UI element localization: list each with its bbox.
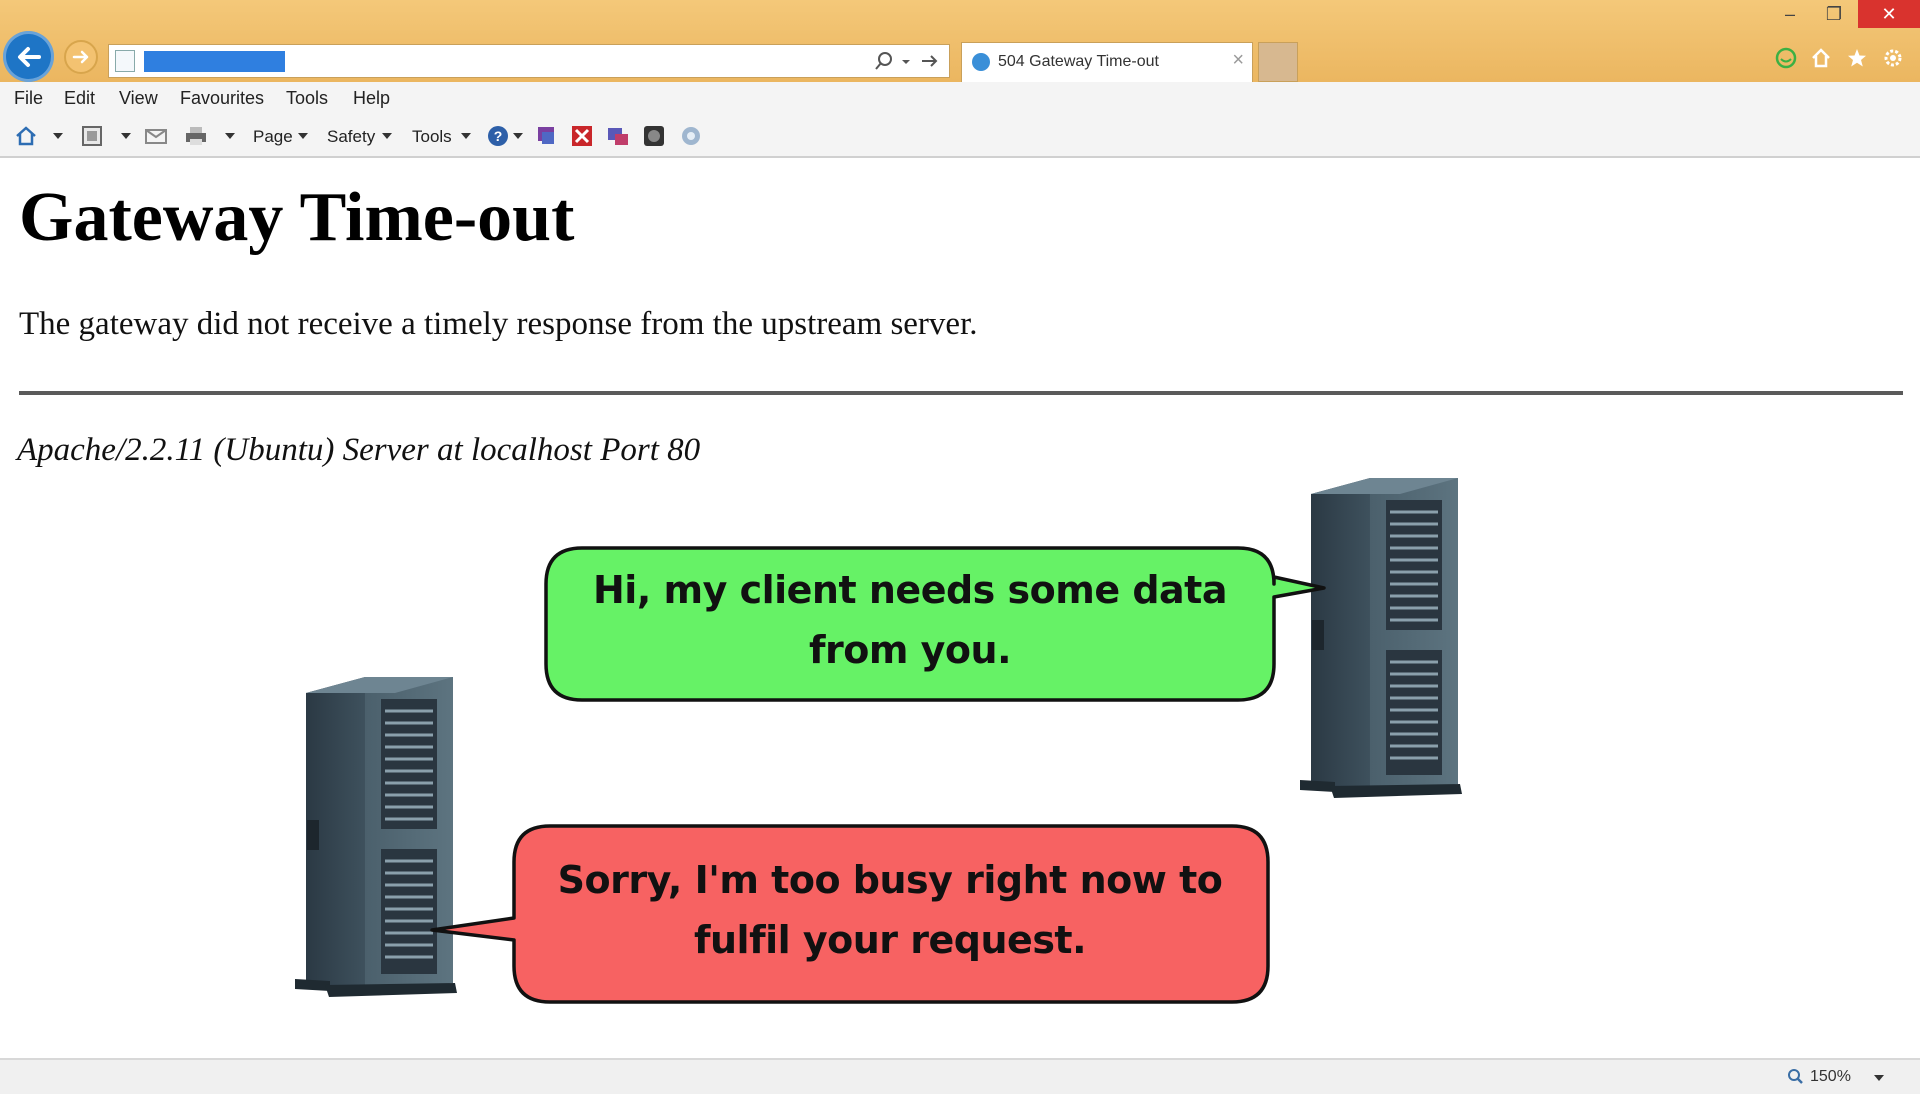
server-tower-right-icon [1300,478,1462,798]
speech-bubble-green-text: Hi, my client needs some data from you. [592,568,1228,672]
status-bar: 150% [0,1058,1920,1094]
speech-bubble-red-text: Sorry, I'm too busy right now to fulfil … [557,858,1223,962]
server-tower-left-icon [295,677,457,997]
chevron-down-icon[interactable] [1874,1075,1884,1081]
zoom-icon[interactable] [1786,1067,1804,1085]
zoom-level[interactable]: 150% [1810,1068,1851,1086]
